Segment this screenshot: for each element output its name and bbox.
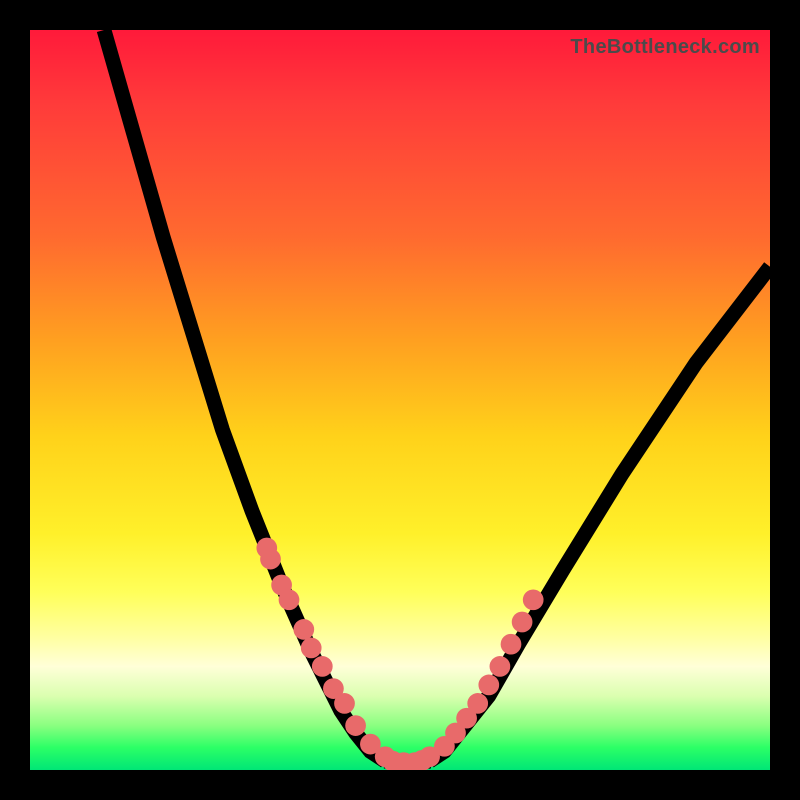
data-dot [345,715,366,736]
plot-area: TheBottleneck.com [30,30,770,770]
data-dot [293,619,314,640]
data-dot [301,638,322,659]
curve-layer [30,30,770,770]
data-dot [501,634,522,655]
data-dot [467,693,488,714]
data-dot [279,589,300,610]
data-dot [478,675,499,696]
chart-frame: TheBottleneck.com [0,0,800,800]
left-curve [104,30,385,761]
data-dot [512,612,533,633]
data-dot [334,693,355,714]
data-dot [523,589,544,610]
data-dot [260,549,281,570]
data-dot [490,656,511,677]
data-dot [312,656,333,677]
data-dots [256,538,543,770]
